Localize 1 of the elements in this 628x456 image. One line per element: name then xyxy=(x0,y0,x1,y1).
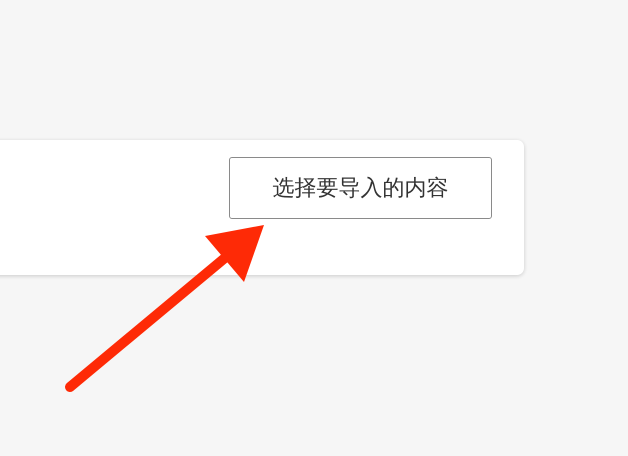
import-content-button[interactable]: 选择要导入的内容 xyxy=(229,157,492,219)
